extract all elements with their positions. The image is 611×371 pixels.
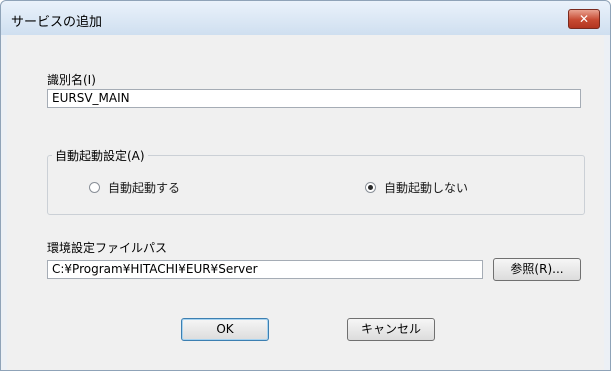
radio-button-selected[interactable] bbox=[365, 182, 376, 193]
window-title: サービスの追加 bbox=[11, 15, 103, 30]
cancel-button[interactable]: キャンセル bbox=[347, 318, 435, 341]
autostart-legend: 自動起動設定(A) bbox=[52, 147, 148, 164]
ok-button[interactable]: OK bbox=[181, 318, 269, 341]
identifier-label: 識別名(I) bbox=[47, 73, 96, 87]
identifier-input[interactable]: EURSV_MAIN bbox=[47, 89, 581, 108]
browse-button[interactable]: 参照(R)... bbox=[493, 258, 581, 281]
radio-label: 自動起動する bbox=[108, 181, 181, 195]
dialog-window: サービスの追加 ✕ 識別名(I) EURSV_MAIN 自動起動設定(A) 自動… bbox=[0, 0, 611, 371]
radio-autostart-on[interactable]: 自動起動する bbox=[89, 179, 180, 196]
title-bar[interactable]: サービスの追加 ✕ bbox=[1, 1, 610, 35]
env-path-label: 環境設定ファイルパス bbox=[47, 241, 168, 255]
close-button[interactable]: ✕ bbox=[568, 9, 600, 29]
env-path-input[interactable]: C:¥Program¥HITACHI¥EUR¥Server bbox=[47, 260, 483, 279]
close-icon: ✕ bbox=[578, 12, 590, 26]
dialog-body: 識別名(I) EURSV_MAIN 自動起動設定(A) 自動起動する 自動起動し… bbox=[7, 35, 604, 370]
radio-button[interactable] bbox=[89, 182, 100, 193]
radio-label: 自動起動しない bbox=[384, 181, 469, 195]
radio-autostart-off[interactable]: 自動起動しない bbox=[365, 179, 468, 196]
